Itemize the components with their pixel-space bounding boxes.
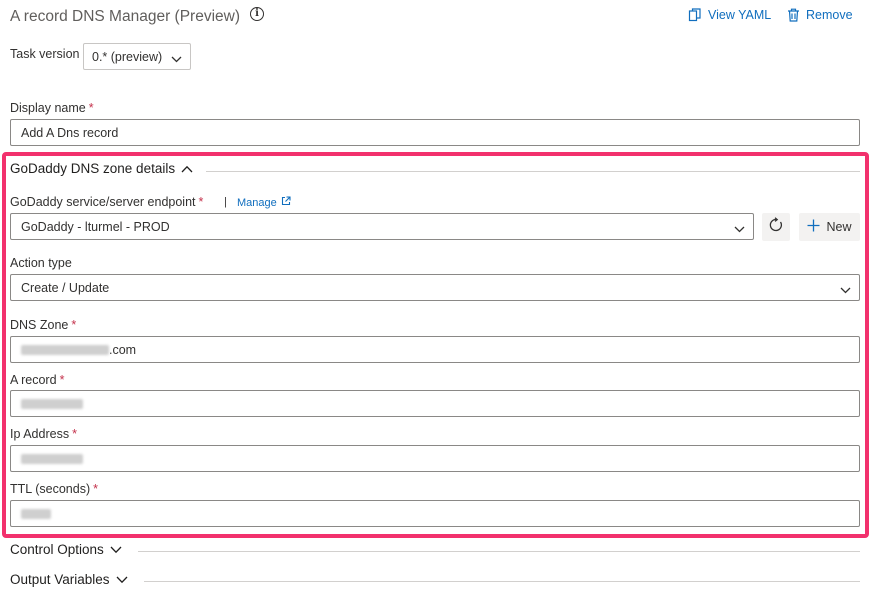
ttl-label: TTL (seconds) * — [10, 482, 98, 496]
remove-label: Remove — [806, 8, 853, 22]
ip-address-input[interactable] — [10, 445, 860, 472]
chevron-up-icon — [181, 161, 193, 176]
godaddy-section-toggle[interactable]: GoDaddy DNS zone details — [10, 161, 193, 176]
yaml-icon — [688, 8, 702, 22]
info-icon[interactable]: i — [250, 7, 264, 21]
task-version-label: Task version — [10, 47, 80, 61]
chevron-down-icon — [840, 283, 851, 297]
output-variables-title: Output Variables — [10, 572, 110, 587]
chevron-down-icon — [116, 572, 128, 587]
control-options-toggle[interactable]: Control Options — [10, 542, 122, 557]
redacted-text — [21, 344, 109, 355]
view-yaml-button[interactable]: View YAML — [688, 8, 771, 22]
redacted-text — [21, 508, 51, 519]
ip-address-label: Ip Address * — [10, 427, 77, 441]
task-version-value: 0.* (preview) — [92, 50, 163, 64]
refresh-button[interactable] — [762, 213, 790, 241]
ttl-input[interactable] — [10, 500, 860, 527]
redacted-text — [21, 398, 83, 409]
remove-button[interactable]: Remove — [787, 8, 853, 22]
dns-zone-label: DNS Zone * — [10, 318, 77, 332]
action-type-select[interactable]: Create / Update — [10, 274, 860, 301]
plus-icon — [807, 219, 820, 235]
separator: | — [224, 196, 227, 208]
dns-zone-input[interactable]: .com — [10, 336, 860, 363]
section-divider — [138, 551, 860, 552]
new-endpoint-button[interactable]: New — [799, 213, 860, 241]
chevron-down-icon — [171, 52, 182, 66]
godaddy-section-title: GoDaddy DNS zone details — [10, 161, 176, 176]
external-link-icon — [281, 196, 291, 209]
a-record-label: A record * — [10, 373, 65, 387]
dns-zone-suffix: .com — [109, 343, 137, 357]
action-type-value: Create / Update — [21, 281, 110, 295]
view-yaml-label: View YAML — [708, 8, 772, 22]
display-name-input[interactable]: Add A Dns record — [10, 119, 860, 146]
refresh-icon — [768, 216, 784, 238]
task-version-select[interactable]: 0.* (preview) — [83, 43, 191, 70]
section-divider — [144, 581, 860, 582]
redacted-text — [21, 453, 83, 464]
action-type-label: Action type — [10, 256, 72, 270]
display-name-label: Display name * — [10, 101, 94, 115]
trash-icon — [787, 8, 800, 22]
control-options-title: Control Options — [10, 542, 104, 557]
manage-label: Manage — [237, 196, 277, 209]
new-label: New — [826, 220, 852, 234]
output-variables-toggle[interactable]: Output Variables — [10, 572, 128, 587]
manage-link[interactable]: Manage — [237, 196, 291, 209]
endpoint-select[interactable]: GoDaddy - lturmel - PROD — [10, 213, 754, 240]
task-title: A record DNS Manager (Preview) — [10, 8, 240, 25]
endpoint-label: GoDaddy service/server endpoint * — [10, 195, 204, 209]
section-divider — [206, 171, 860, 172]
a-record-input[interactable] — [10, 390, 860, 417]
chevron-down-icon — [734, 222, 745, 236]
chevron-down-icon — [110, 542, 122, 557]
display-name-value: Add A Dns record — [21, 126, 119, 140]
endpoint-value: GoDaddy - lturmel - PROD — [21, 220, 170, 234]
